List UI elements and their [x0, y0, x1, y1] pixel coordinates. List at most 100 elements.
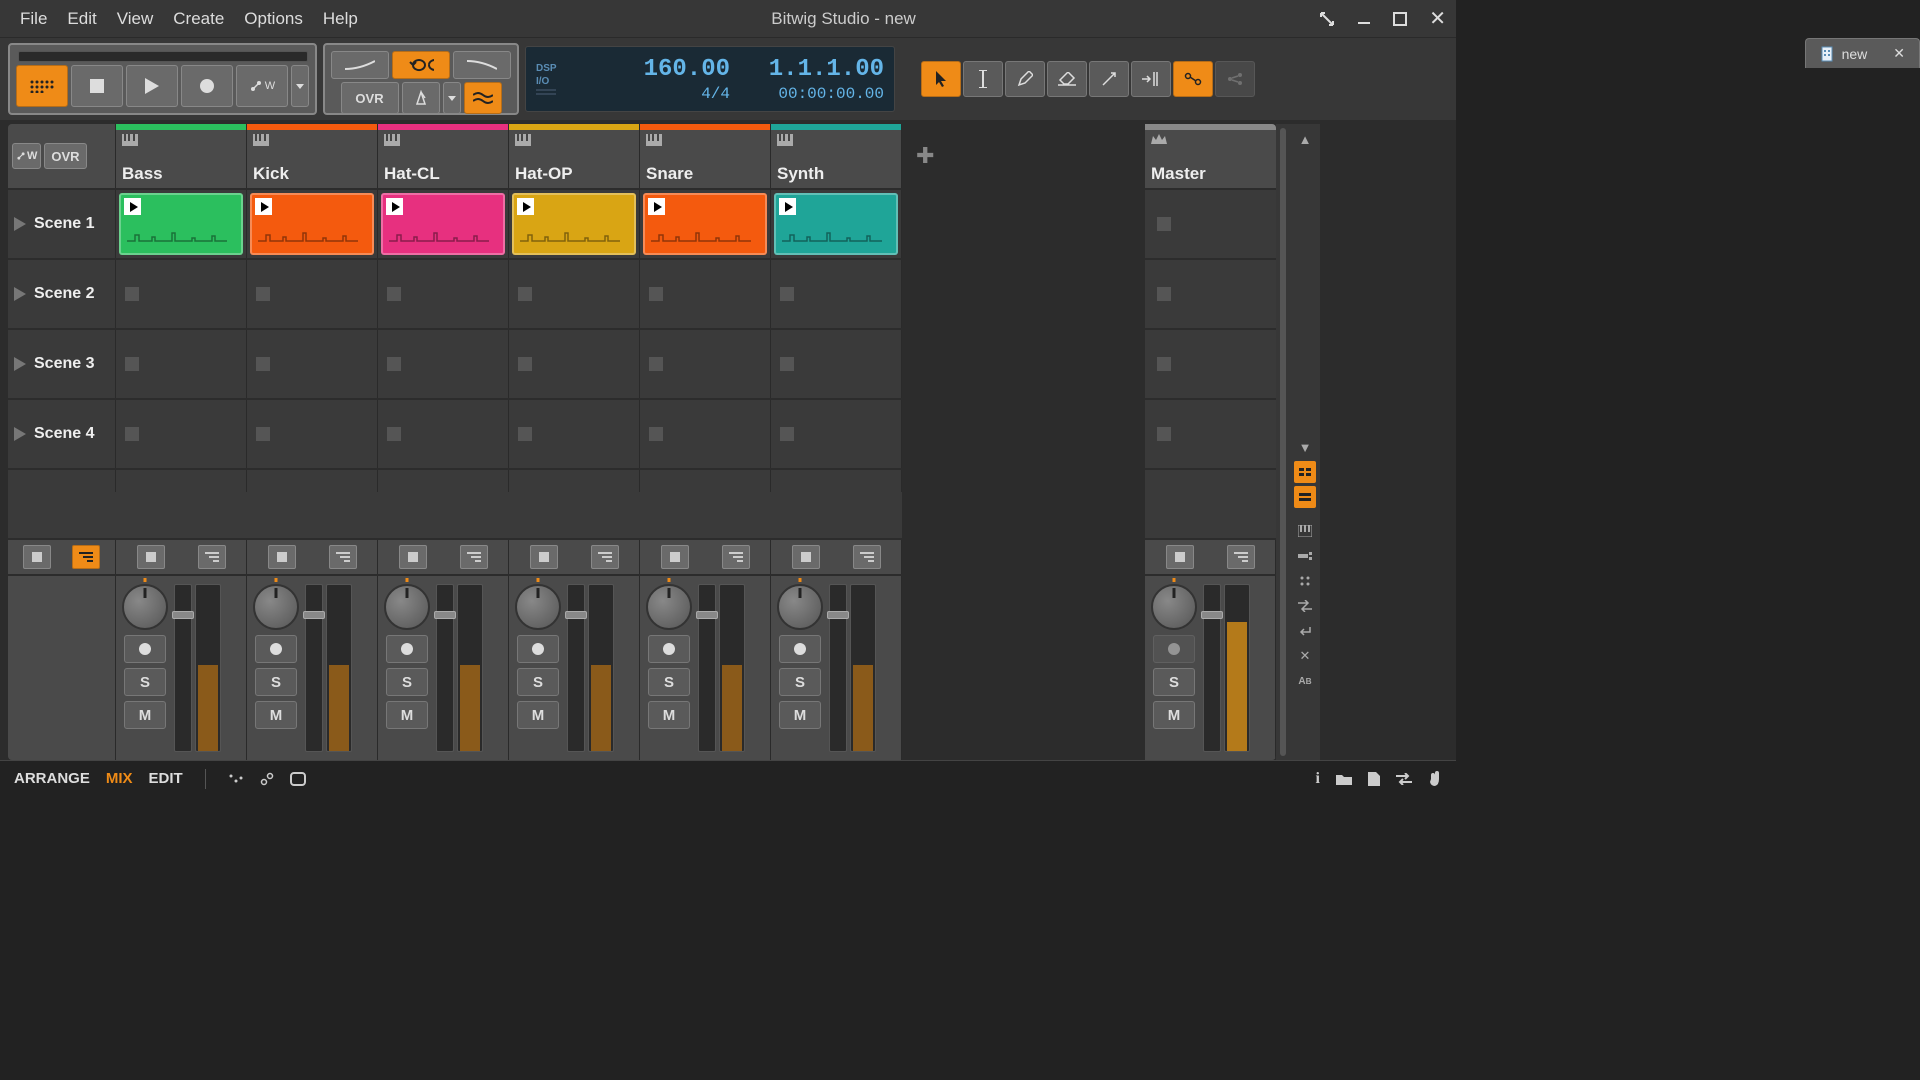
track-header[interactable]: Bass [116, 124, 247, 188]
menu-edit[interactable]: Edit [57, 3, 106, 35]
volume-fader[interactable] [174, 584, 192, 752]
clip-slot[interactable] [509, 400, 640, 468]
master-list-toggle[interactable] [1227, 545, 1255, 569]
timecode-display[interactable]: 00:00:00.00 [778, 85, 884, 103]
master-scene-stop[interactable] [1157, 217, 1171, 231]
side-ab-icon[interactable]: AB [1294, 670, 1316, 692]
pan-knob[interactable] [515, 584, 561, 630]
scene-play-icon[interactable] [14, 287, 26, 301]
master-solo[interactable]: S [1153, 668, 1195, 696]
empty-clip-stop[interactable] [387, 357, 401, 371]
groove-button[interactable] [464, 82, 502, 114]
arrange-tab[interactable]: ARRANGE [14, 770, 90, 787]
pan-knob[interactable] [646, 584, 692, 630]
clip-slot[interactable] [378, 190, 509, 258]
clip-slot[interactable] [378, 330, 509, 398]
pan-knob[interactable] [253, 584, 299, 630]
clip-slot[interactable] [771, 190, 902, 258]
track-list-toggle[interactable] [591, 545, 619, 569]
empty-clip-stop[interactable] [387, 287, 401, 301]
side-up-icon[interactable]: ▲ [1294, 128, 1316, 150]
master-pan-knob[interactable] [1151, 584, 1197, 630]
clip[interactable] [774, 193, 898, 255]
volume-fader[interactable] [436, 584, 454, 752]
folder-icon[interactable] [1336, 773, 1352, 785]
clip-slot[interactable] [771, 260, 902, 328]
scene-overdub[interactable]: OVR [44, 143, 86, 169]
solo-button[interactable]: S [517, 668, 559, 696]
master-mute[interactable]: M [1153, 701, 1195, 729]
solo-button[interactable]: S [386, 668, 428, 696]
automation-write-dropdown[interactable] [291, 65, 309, 107]
scene-list-toggle[interactable] [72, 545, 100, 569]
clip-slot[interactable] [640, 330, 771, 398]
track-header[interactable]: Kick [247, 124, 378, 188]
track-stop[interactable] [137, 545, 165, 569]
clip[interactable] [250, 193, 374, 255]
empty-clip-stop[interactable] [387, 427, 401, 441]
menu-file[interactable]: File [10, 3, 57, 35]
side-fx-icon[interactable] [1294, 570, 1316, 592]
empty-clip-stop[interactable] [649, 427, 663, 441]
master-stop[interactable] [1166, 545, 1194, 569]
scene-label[interactable]: Scene 2 [8, 260, 116, 328]
clip-play-button[interactable] [255, 198, 272, 215]
mute-button[interactable]: M [386, 701, 428, 729]
stop-button[interactable] [71, 65, 123, 107]
clip-slot[interactable] [247, 400, 378, 468]
bottom-controller-icon[interactable] [228, 773, 244, 785]
volume-fader[interactable] [698, 584, 716, 752]
clip-slot[interactable] [247, 190, 378, 258]
record-arm[interactable] [779, 635, 821, 663]
menu-view[interactable]: View [107, 3, 164, 35]
master-scene-slot[interactable] [1145, 400, 1276, 468]
track-header[interactable]: Hat-CL [378, 124, 509, 188]
clip[interactable] [643, 193, 767, 255]
master-scene-stop[interactable] [1157, 287, 1171, 301]
mute-button[interactable]: M [255, 701, 297, 729]
fullscreen-icon[interactable] [1319, 11, 1335, 27]
clip-slot[interactable] [640, 400, 771, 468]
side-list-icon[interactable] [1294, 486, 1316, 508]
track-list-toggle[interactable] [198, 545, 226, 569]
knife-tool[interactable] [1089, 61, 1129, 97]
record-button[interactable] [181, 65, 233, 107]
menu-create[interactable]: Create [163, 3, 234, 35]
empty-clip-stop[interactable] [125, 427, 139, 441]
automation-write-button[interactable]: W [236, 65, 288, 107]
mute-button[interactable]: M [517, 701, 559, 729]
master-scene-slot[interactable] [1145, 260, 1276, 328]
solo-button[interactable]: S [648, 668, 690, 696]
solo-button[interactable]: S [255, 668, 297, 696]
scene-label[interactable]: Scene 3 [8, 330, 116, 398]
track-list-toggle[interactable] [460, 545, 488, 569]
clip-play-button[interactable] [517, 198, 534, 215]
master-scene-stop[interactable] [1157, 427, 1171, 441]
track-stop[interactable] [792, 545, 820, 569]
add-track-button[interactable]: ✚ [916, 143, 934, 169]
pencil-tool[interactable] [1005, 61, 1045, 97]
clip-launcher-button[interactable] [16, 65, 68, 107]
side-device-icon[interactable] [1294, 545, 1316, 567]
bottom-panel-icon[interactable] [290, 772, 306, 786]
side-close-icon[interactable]: ✕ [1294, 645, 1316, 667]
clip-slot[interactable] [116, 330, 247, 398]
track-stop[interactable] [268, 545, 296, 569]
fade-out-button[interactable] [453, 51, 511, 79]
empty-clip-stop[interactable] [256, 287, 270, 301]
info-icon[interactable]: i [1316, 770, 1320, 788]
tempo-display[interactable]: 160.00 [644, 56, 730, 83]
clip[interactable] [119, 193, 243, 255]
clip-slot[interactable] [771, 330, 902, 398]
loop-button[interactable] [392, 51, 450, 79]
volume-fader[interactable] [829, 584, 847, 752]
track-header[interactable]: Synth [771, 124, 902, 188]
pan-knob[interactable] [122, 584, 168, 630]
position-display[interactable]: 1.1.1.00 [769, 56, 884, 83]
solo-button[interactable]: S [779, 668, 821, 696]
scene-label[interactable]: Scene 4 [8, 400, 116, 468]
track-list-toggle[interactable] [722, 545, 750, 569]
overdub-button[interactable]: OVR [341, 82, 399, 114]
scene-play-icon[interactable] [14, 357, 26, 371]
clip-slot[interactable] [378, 260, 509, 328]
